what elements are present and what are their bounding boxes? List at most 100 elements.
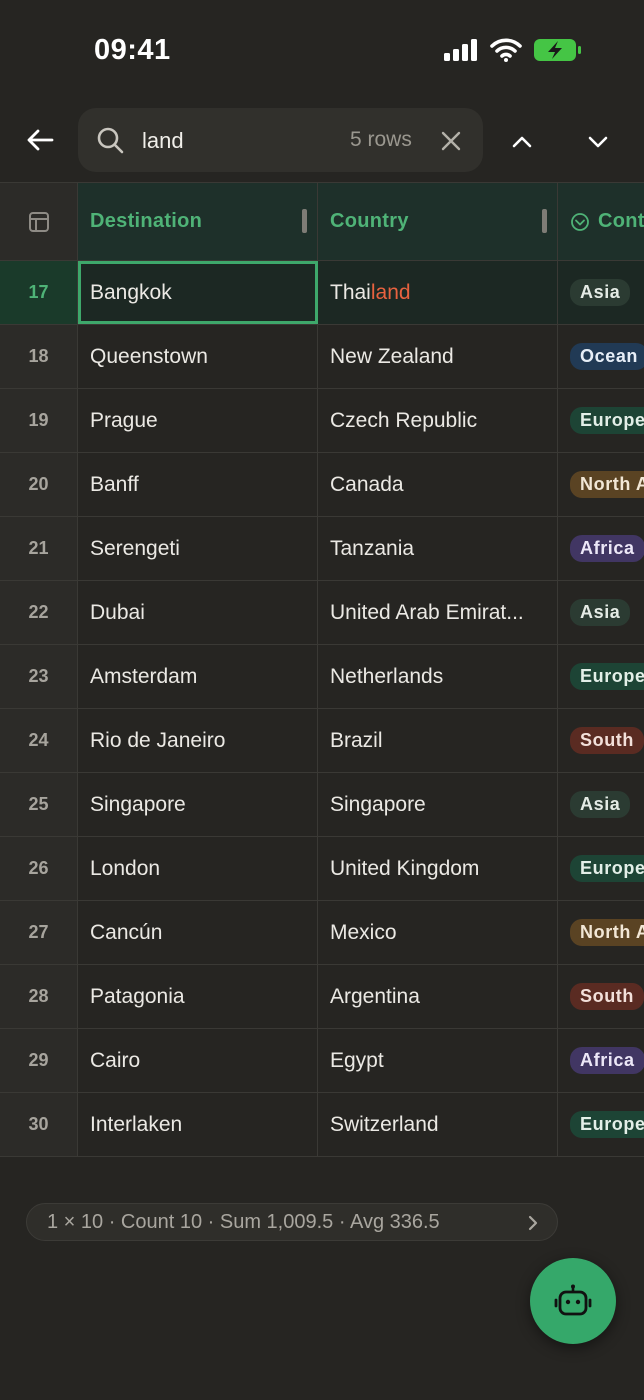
cell-destination[interactable]: Patagonia <box>78 965 318 1028</box>
table-row[interactable]: 23 Amsterdam Netherlands Europe <box>0 645 644 709</box>
selection-summary[interactable]: 1 × 10 · Count 10 · Sum 1,009.5 · Avg 33… <box>26 1203 558 1241</box>
cell-destination[interactable]: Bangkok <box>78 261 318 324</box>
cell-destination[interactable]: Serengeti <box>78 517 318 580</box>
continent-badge: Asia <box>570 279 631 306</box>
table-row[interactable]: 27 Cancún Mexico North A <box>0 901 644 965</box>
row-number[interactable]: 29 <box>0 1029 78 1092</box>
row-number[interactable]: 26 <box>0 837 78 900</box>
cell-destination[interactable]: Amsterdam <box>78 645 318 708</box>
column-resize-handle[interactable] <box>542 209 547 233</box>
table-row[interactable]: 30 Interlaken Switzerland Europe <box>0 1093 644 1157</box>
cell-destination[interactable]: Cairo <box>78 1029 318 1092</box>
cell-country[interactable]: Czech Republic <box>318 389 558 452</box>
row-number[interactable]: 25 <box>0 773 78 836</box>
row-number-header[interactable] <box>0 183 78 260</box>
row-number[interactable]: 19 <box>0 389 78 452</box>
destination-text: London <box>90 856 161 880</box>
wifi-icon <box>490 38 522 62</box>
cell-destination[interactable]: Singapore <box>78 773 318 836</box>
country-text: Netherlands <box>330 664 444 688</box>
cell-continent[interactable]: Europe <box>558 389 644 452</box>
column-header-destination[interactable]: Destination <box>78 183 318 260</box>
cell-continent[interactable]: Europe <box>558 645 644 708</box>
cell-destination[interactable]: Dubai <box>78 581 318 644</box>
table-row[interactable]: 22 Dubai United Arab Emirat... Asia <box>0 581 644 645</box>
country-text: United Arab Emirat... <box>330 600 524 624</box>
country-text: Argentina <box>330 984 420 1008</box>
row-number[interactable]: 20 <box>0 453 78 516</box>
cell-continent[interactable]: Europe <box>558 837 644 900</box>
cell-country[interactable]: Brazil <box>318 709 558 772</box>
destination-text: Cairo <box>90 1048 141 1072</box>
row-number[interactable]: 22 <box>0 581 78 644</box>
cell-continent[interactable]: South <box>558 709 644 772</box>
cell-continent[interactable]: Africa <box>558 517 644 580</box>
table-row[interactable]: 19 Prague Czech Republic Europe <box>0 389 644 453</box>
cell-country[interactable]: Tanzania <box>318 517 558 580</box>
cell-destination[interactable]: Queenstown <box>78 325 318 388</box>
row-number[interactable]: 23 <box>0 645 78 708</box>
robot-icon <box>554 1284 592 1316</box>
cell-continent[interactable]: South <box>558 965 644 1028</box>
row-number[interactable]: 17 <box>0 261 78 324</box>
country-text: Mexico <box>330 920 397 944</box>
previous-match-button[interactable] <box>504 124 540 160</box>
cell-destination[interactable]: London <box>78 837 318 900</box>
cell-country[interactable]: Netherlands <box>318 645 558 708</box>
country-text-prefix: Thai <box>330 280 371 304</box>
cell-continent[interactable]: North A <box>558 901 644 964</box>
cell-country[interactable]: Singapore <box>318 773 558 836</box>
cell-country[interactable]: Canada <box>318 453 558 516</box>
cell-destination[interactable]: Prague <box>78 389 318 452</box>
cell-destination[interactable]: Rio de Janeiro <box>78 709 318 772</box>
table-row[interactable]: 18 Queenstown New Zealand Ocean <box>0 325 644 389</box>
table-row[interactable]: 26 London United Kingdom Europe <box>0 837 644 901</box>
cell-country[interactable]: Switzerland <box>318 1093 558 1156</box>
cell-country[interactable]: Mexico <box>318 901 558 964</box>
row-number[interactable]: 24 <box>0 709 78 772</box>
cell-country[interactable]: United Kingdom <box>318 837 558 900</box>
cell-destination[interactable]: Cancún <box>78 901 318 964</box>
table-row[interactable]: 29 Cairo Egypt Africa <box>0 1029 644 1093</box>
cell-continent[interactable]: Ocean <box>558 325 644 388</box>
continent-badge: North A <box>570 471 644 498</box>
cell-country[interactable]: Argentina <box>318 965 558 1028</box>
cell-continent[interactable]: Asia <box>558 261 644 324</box>
cell-destination[interactable]: Banff <box>78 453 318 516</box>
ai-assistant-button[interactable] <box>530 1258 616 1344</box>
row-number[interactable]: 18 <box>0 325 78 388</box>
destination-text: Serengeti <box>90 536 180 560</box>
table-row[interactable]: 17 Bangkok Thailand Asia <box>0 261 644 325</box>
continent-badge: Ocean <box>570 343 644 370</box>
cell-continent[interactable]: Asia <box>558 773 644 836</box>
row-number[interactable]: 27 <box>0 901 78 964</box>
row-number[interactable]: 28 <box>0 965 78 1028</box>
cell-country[interactable]: Egypt <box>318 1029 558 1092</box>
next-match-button[interactable] <box>580 124 616 160</box>
row-number[interactable]: 21 <box>0 517 78 580</box>
cell-destination[interactable]: Interlaken <box>78 1093 318 1156</box>
cell-country[interactable]: Thailand <box>318 261 558 324</box>
status-time: 09:41 <box>94 34 171 66</box>
cell-continent[interactable]: Asia <box>558 581 644 644</box>
column-resize-handle[interactable] <box>302 209 307 233</box>
cell-continent[interactable]: Europe <box>558 1093 644 1156</box>
table-row[interactable]: 24 Rio de Janeiro Brazil South <box>0 709 644 773</box>
search-input[interactable] <box>140 122 334 160</box>
table-row[interactable]: 20 Banff Canada North A <box>0 453 644 517</box>
country-text: Tanzania <box>330 536 415 560</box>
country-text: Egypt <box>330 1048 384 1072</box>
back-button[interactable] <box>22 122 58 158</box>
cell-continent[interactable]: North A <box>558 453 644 516</box>
column-header-continent[interactable]: Cont <box>558 183 644 260</box>
cell-country[interactable]: United Arab Emirat... <box>318 581 558 644</box>
column-header-country[interactable]: Country <box>318 183 558 260</box>
table-row[interactable]: 28 Patagonia Argentina South <box>0 965 644 1029</box>
destination-text: Dubai <box>90 600 145 624</box>
table-row[interactable]: 21 Serengeti Tanzania Africa <box>0 517 644 581</box>
table-row[interactable]: 25 Singapore Singapore Asia <box>0 773 644 837</box>
cell-continent[interactable]: Africa <box>558 1029 644 1092</box>
cell-country[interactable]: New Zealand <box>318 325 558 388</box>
row-number[interactable]: 30 <box>0 1093 78 1156</box>
close-icon[interactable] <box>438 128 464 154</box>
